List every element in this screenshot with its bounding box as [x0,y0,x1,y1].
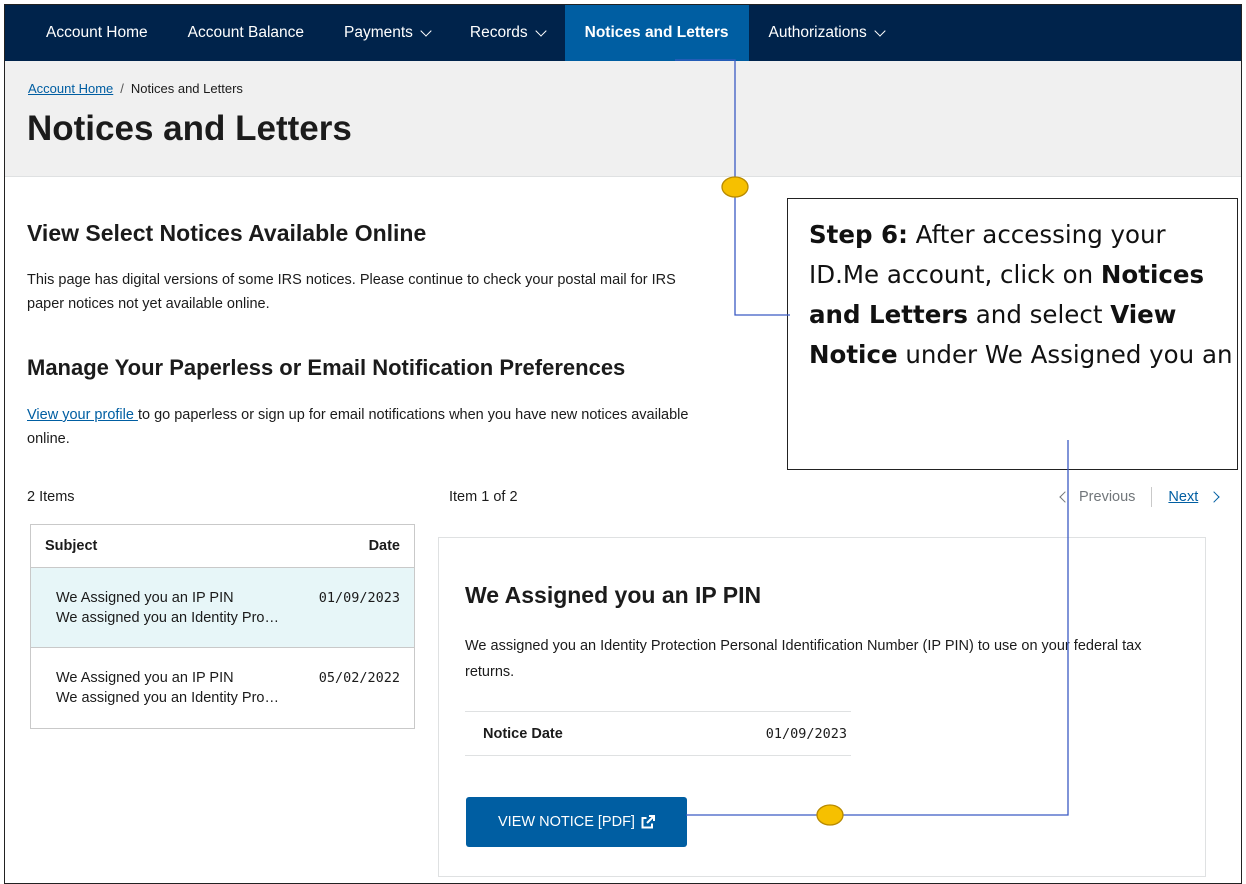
online-notices-heading: View Select Notices Available Online [27,220,427,246]
list-header: Subject Date [31,525,414,568]
view-notice-button[interactable]: VIEW NOTICE [PDF] [466,797,687,847]
nav-account-home[interactable]: Account Home [5,5,168,61]
nav-label: Authorizations [768,24,867,41]
preferences-heading: Manage Your Paperless or Email Notificat… [27,355,626,380]
online-notices-text: This page has digital versions of some I… [27,272,676,312]
breadcrumb: Account Home / Notices and Letters [28,81,243,96]
pager: Previous Next [1059,487,1220,507]
nav-label: Account Home [46,24,148,41]
notice-date-label: Notice Date [483,725,563,742]
page-title: Notices and Letters [27,109,352,148]
notice-title: We Assigned you an IP PIN [465,582,762,608]
notice-date-row: Notice Date 01/09/2023 [465,711,851,756]
callout-text: under We Assigned you an [897,340,1233,369]
notice-detail-card: We Assigned you an IP PIN We assigned yo… [438,537,1206,877]
next-label: Next [1168,489,1199,505]
chevron-down-icon [874,24,886,37]
item-subject: We Assigned you an IP PIN [56,670,234,686]
nav-label: Payments [344,24,413,41]
nav-records[interactable]: Records [450,5,565,61]
page-header: Account Home / Notices and Letters Notices… [5,61,1241,177]
breadcrumb-current: Notices and Letters [130,81,243,96]
item-preview: We assigned you an Identity Pro… [56,610,279,626]
items-count: 2 Items [27,489,75,505]
notices-list: Subject Date We Assigned you an IP PIN 01… [30,524,415,729]
nav-label: Account Balance [187,24,304,41]
pager-divider [1151,487,1153,507]
external-link-icon [641,815,655,829]
view-profile-link[interactable]: View your profile [27,407,138,423]
nav-payments[interactable]: Payments [324,5,450,61]
breadcrumb-home-link[interactable]: Account Home [28,81,113,96]
preferences-text: View your profile to go paperless or sig… [27,403,707,451]
chevron-right-icon [1208,491,1220,503]
next-button[interactable]: Next [1168,489,1220,505]
nav-label: Records [469,24,528,41]
item-subject: We Assigned you an IP PIN [56,590,234,606]
list-item[interactable]: We Assigned you an IP PIN 01/09/2023 We a… [31,568,414,648]
chevron-down-icon [534,24,547,37]
instruction-callout: Step 6: After accessing your ID.Me accou… [787,198,1238,470]
nav-notices-and-letters[interactable]: Notices and Letters [564,5,749,61]
chevron-down-icon [420,24,432,37]
nav-account-balance[interactable]: Account Balance [168,5,324,61]
callout-step: Step 6: [809,220,908,249]
item-date: 05/02/2022 [318,670,400,686]
item-preview: We assigned you an Identity Pro… [56,690,279,706]
previous-button[interactable]: Previous [1059,489,1136,505]
list-item[interactable]: We Assigned you an IP PIN 05/02/2022 We a… [31,648,414,728]
column-subject: Subject [45,538,98,554]
item-date: 01/09/2023 [318,590,400,606]
top-nav: Account Home Account Balance Payments Re… [5,5,1241,61]
chevron-left-icon [1059,491,1071,503]
column-date: Date [368,538,400,554]
breadcrumb-separator: / [120,81,124,96]
callout-text: and select [967,300,1111,329]
view-notice-label: VIEW NOTICE [PDF] [498,814,635,830]
item-position: Item 1 of 2 [449,489,518,505]
previous-label: Previous [1079,489,1136,505]
nav-label: Notices and Letters [584,24,729,41]
notice-description: We assigned you an Identity Protection P… [465,638,1142,680]
nav-authorizations[interactable]: Authorizations [749,5,904,61]
notice-date-value: 01/09/2023 [765,725,847,742]
